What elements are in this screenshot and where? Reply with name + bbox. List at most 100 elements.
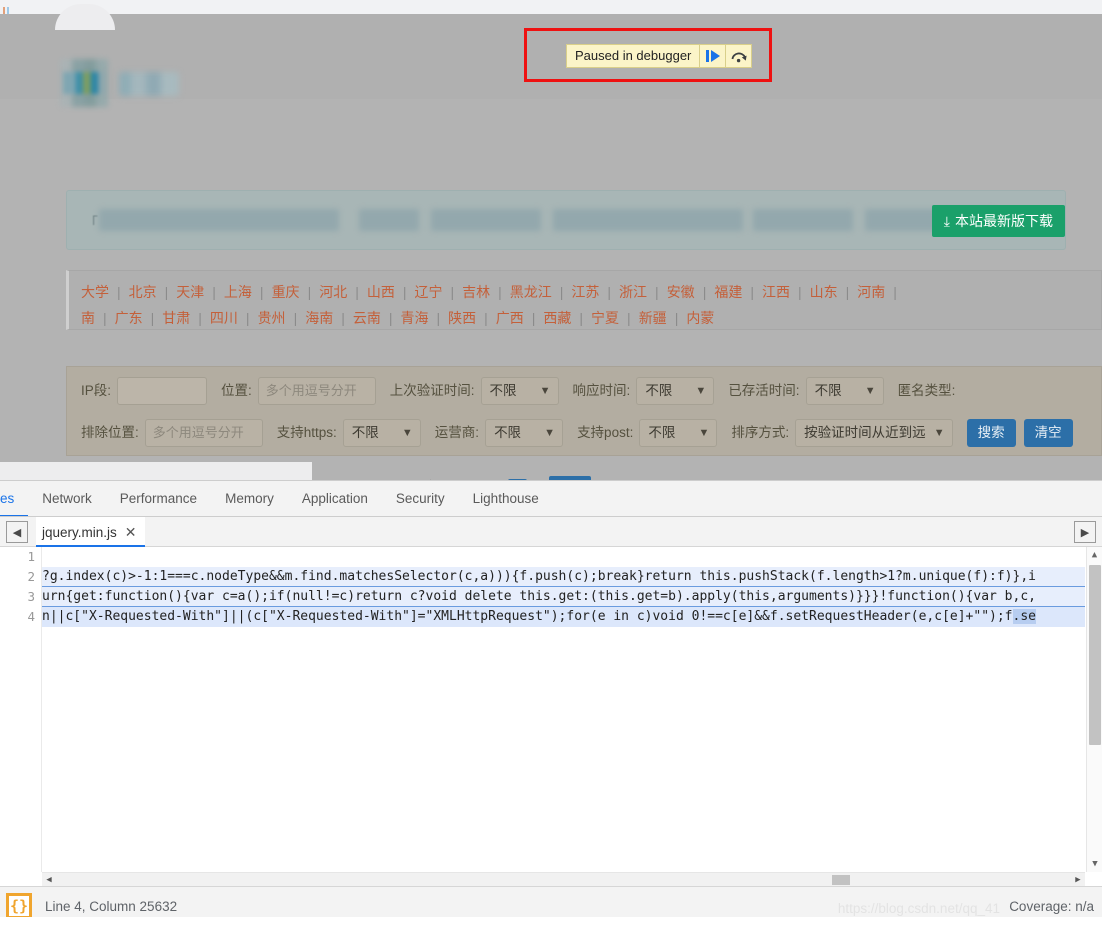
- province-link-r1-0[interactable]: 大学: [81, 284, 109, 300]
- province-link-r2-12[interactable]: 新疆: [639, 310, 667, 326]
- province-link-r1-14[interactable]: 江西: [762, 284, 790, 300]
- filter-select-r2-3[interactable]: 不限 ▼: [639, 419, 718, 447]
- province-link-r2-2[interactable]: 甘肃: [162, 310, 190, 326]
- scroll-down-icon[interactable]: ▼: [1087, 856, 1102, 872]
- province-link-r1-15[interactable]: 山东: [810, 284, 838, 300]
- province-link-r1-12[interactable]: 安徽: [667, 284, 695, 300]
- filter-select-value: 不限: [814, 383, 842, 398]
- province-filter-links: 大学 | 北京 | 天津 | 上海 | 重庆 | 河北 | 山西 | 辽宁 | 吉林 | 黑龙江 | 江苏 | 浙江 | 安徽 |…: [66, 270, 1102, 330]
- code-line[interactable]: [42, 547, 1085, 567]
- filter-label-r2-4: 排序方式:: [731, 425, 790, 441]
- province-link-r2-13[interactable]: 内蒙: [686, 310, 714, 326]
- status-bar-bottom-edge: [0, 917, 1102, 927]
- province-separator: |: [198, 310, 202, 326]
- province-link-r2-8[interactable]: 陕西: [448, 310, 476, 326]
- province-link-r2-11[interactable]: 宁夏: [591, 310, 619, 326]
- scroll-right-icon[interactable]: ▶: [1071, 873, 1085, 886]
- filter-label-r1-3: 响应时间:: [572, 383, 631, 399]
- code-line[interactable]: n||c["X-Requested-With"]||(c["X-Requeste…: [42, 607, 1085, 627]
- province-separator: |: [845, 284, 850, 300]
- province-link-r2-7[interactable]: 青海: [400, 310, 428, 326]
- site-logo-inner-blurred: [63, 72, 105, 94]
- filter-select-value: 不限: [494, 425, 522, 440]
- province-link-r2-1[interactable]: 广东: [115, 310, 143, 326]
- province-link-r1-8[interactable]: 吉林: [462, 284, 490, 300]
- province-link-r1-11[interactable]: 浙江: [619, 284, 647, 300]
- clear-button[interactable]: 清空: [1023, 419, 1073, 447]
- province-separator: |: [388, 310, 393, 326]
- file-tab-label: jquery.min.js: [42, 525, 117, 540]
- close-icon[interactable]: ✕: [125, 524, 137, 540]
- filter-select-r2-1[interactable]: 不限 ▼: [342, 419, 421, 447]
- code-line[interactable]: urn{get:function(){var c=a();if(null!=c)…: [42, 587, 1085, 607]
- filter-select-r2-4[interactable]: 按验证时间从近到远 ▼: [795, 419, 953, 447]
- devtools-tab-memory[interactable]: Memory: [211, 481, 288, 516]
- chevron-down-icon: ▼: [401, 427, 413, 439]
- latest-version-download-button[interactable]: ⤓ 本站最新版下载: [931, 205, 1065, 237]
- scroll-left-icon[interactable]: ◀: [42, 873, 56, 886]
- province-link-r1-9[interactable]: 黑龙江: [510, 284, 552, 300]
- editor-vertical-scrollbar[interactable]: ▲ ▼: [1086, 547, 1102, 872]
- paused-in-debugger-bar: Paused in debugger: [566, 44, 753, 68]
- province-separator: |: [402, 284, 407, 300]
- province-link-r1-6[interactable]: 山西: [367, 284, 395, 300]
- devtools-tab-performance[interactable]: Performance: [106, 481, 211, 516]
- province-link-r2-4[interactable]: 贵州: [258, 310, 286, 326]
- province-link-r1-3[interactable]: 上海: [224, 284, 252, 300]
- province-separator: |: [531, 310, 536, 326]
- devtools-tab-security[interactable]: Security: [382, 481, 459, 516]
- province-link-r1-10[interactable]: 江苏: [571, 284, 599, 300]
- devtools-tab-application[interactable]: Application: [288, 481, 382, 516]
- province-link-r2-10[interactable]: 西藏: [543, 310, 571, 326]
- province-link-r1-16[interactable]: 河南: [857, 284, 885, 300]
- province-link-r1-4[interactable]: 重庆: [272, 284, 300, 300]
- filter-select-r2-2[interactable]: 不限 ▼: [485, 419, 564, 447]
- devtools-tab-es[interactable]: es: [0, 481, 28, 516]
- scroll-up-icon[interactable]: ▲: [1087, 547, 1102, 563]
- province-separator: |: [607, 284, 612, 300]
- resume-script-icon[interactable]: [699, 45, 725, 67]
- province-link-r1-7[interactable]: 辽宁: [414, 284, 442, 300]
- browser-chrome-strip: [0, 0, 1102, 14]
- filter-input-r2-0[interactable]: 多个用逗号分开: [144, 419, 263, 447]
- file-tab-jquery[interactable]: jquery.min.js ✕: [36, 517, 145, 547]
- province-row-2: 南 | 广东 | 甘肃 | 四川 | 贵州 | 海南 | 云南 | 青海 | 陕西 | 广西 | 西藏 | 宁夏 | 新疆 | 内蒙: [81, 305, 1101, 331]
- source-code-editor[interactable]: 1 2 3 4 ?g.index(c)>-1:1===c.nodeType&&m.fi…: [0, 547, 1102, 886]
- editor-horizontal-scrollbar[interactable]: ◀ ▶: [42, 872, 1085, 886]
- filter-select-r1-2[interactable]: 不限 ▼: [480, 377, 559, 405]
- province-separator: |: [245, 310, 250, 326]
- province-link-r2-6[interactable]: 云南: [353, 310, 381, 326]
- province-separator: |: [117, 284, 121, 300]
- province-link-r1-1[interactable]: 北京: [129, 284, 157, 300]
- show-debugger-sidebar-icon[interactable]: ▶: [1074, 521, 1096, 543]
- devtools-tab-lighthouse[interactable]: Lighthouse: [459, 481, 553, 516]
- province-link-r1-2[interactable]: 天津: [176, 284, 204, 300]
- search-button[interactable]: 搜索: [966, 419, 1016, 447]
- vertical-scroll-thumb[interactable]: [1089, 565, 1101, 745]
- step-over-icon[interactable]: [725, 45, 751, 67]
- code-content[interactable]: ?g.index(c)>-1:1===c.nodeType&&m.find.ma…: [42, 547, 1085, 872]
- filter-row-2: 排除位置: 多个用逗号分开 支持https: 不限 ▼ 运营商: 不限 ▼ 支持post: 不限 ▼…: [81, 419, 1081, 449]
- horizontal-scroll-thumb[interactable]: [832, 875, 850, 885]
- filter-select-r1-4[interactable]: 不限 ▼: [805, 377, 884, 405]
- province-link-r2-5[interactable]: 海南: [305, 310, 333, 326]
- csdn-watermark: https://blog.csdn.net/qq_41: [837, 901, 1000, 916]
- province-link-r2-9[interactable]: 广西: [496, 310, 524, 326]
- code-line[interactable]: ?g.index(c)>-1:1===c.nodeType&&m.find.ma…: [42, 567, 1085, 587]
- filter-select-r1-3[interactable]: 不限 ▼: [636, 377, 715, 405]
- province-link-r1-13[interactable]: 福建: [714, 284, 742, 300]
- province-link-r1-5[interactable]: 河北: [319, 284, 347, 300]
- filter-input-r1-0[interactable]: [117, 377, 208, 405]
- province-link-r2-0[interactable]: 南: [81, 310, 95, 326]
- selected-text: .se: [1012, 609, 1036, 624]
- filter-input-r1-1[interactable]: 多个用逗号分开: [257, 377, 376, 405]
- province-link-r2-3[interactable]: 四川: [210, 310, 238, 326]
- show-navigator-icon[interactable]: ◀: [6, 521, 28, 543]
- province-separator: |: [150, 310, 155, 326]
- province-separator: |: [212, 284, 216, 300]
- filter-label-r1-4: 已存活时间:: [728, 383, 800, 399]
- pretty-print-button[interactable]: {}: [6, 893, 32, 919]
- devtools-tab-network[interactable]: Network: [28, 481, 106, 516]
- page-bottom-sliver: [0, 462, 312, 482]
- filter-label-r1-1: 位置:: [221, 383, 252, 399]
